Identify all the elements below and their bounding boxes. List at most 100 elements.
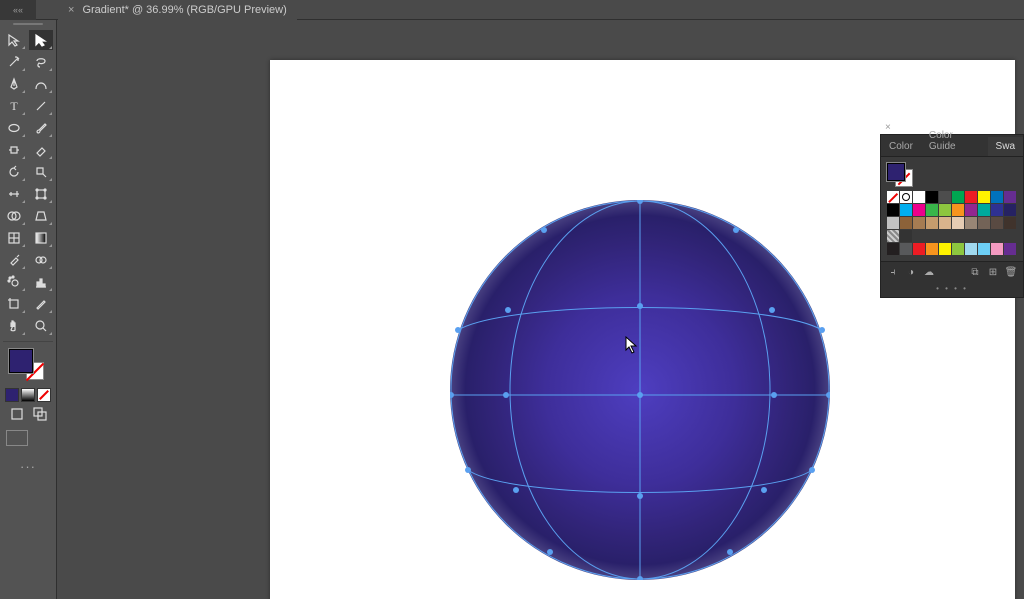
- edit-toolbar[interactable]: ···: [0, 459, 56, 474]
- svg-text:T: T: [10, 99, 18, 113]
- close-tab-icon[interactable]: ×: [68, 4, 74, 16]
- swatch[interactable]: [991, 217, 1003, 229]
- zoom-tool[interactable]: [29, 316, 53, 336]
- scale-tool[interactable]: [29, 162, 53, 182]
- footer-new-group-icon[interactable]: ⧉: [969, 266, 981, 278]
- swatch[interactable]: [952, 217, 964, 229]
- swatch[interactable]: [965, 217, 977, 229]
- swatch[interactable]: [965, 243, 977, 255]
- color-mode-solid[interactable]: [5, 388, 19, 402]
- slice-tool[interactable]: [29, 294, 53, 314]
- panel-tab-swa[interactable]: Swa: [988, 137, 1023, 156]
- footer-library-icon[interactable]: ⫞: [887, 266, 899, 278]
- eraser-tool[interactable]: [29, 140, 53, 160]
- perspective-tool[interactable]: [29, 206, 53, 226]
- swatch[interactable]: [978, 204, 990, 216]
- type-tool[interactable]: T: [2, 96, 26, 116]
- swatch[interactable]: [978, 217, 990, 229]
- swatch[interactable]: [939, 243, 951, 255]
- ellipse-tool[interactable]: [2, 118, 26, 138]
- swatch[interactable]: [887, 243, 899, 255]
- swatches-panel[interactable]: × ColorColor GuideSwa ⫞◑☁ ⧉⊞🗑 • • • •: [880, 134, 1024, 298]
- swatch[interactable]: [913, 243, 925, 255]
- panel-resize-grip[interactable]: • • • •: [881, 282, 1023, 297]
- swatch[interactable]: [913, 204, 925, 216]
- swatch[interactable]: [926, 204, 938, 216]
- magic-wand-tool[interactable]: [2, 52, 26, 72]
- swatch[interactable]: [913, 191, 925, 203]
- swatch[interactable]: [965, 204, 977, 216]
- swatch[interactable]: [1004, 204, 1016, 216]
- selection-tool[interactable]: [2, 30, 26, 50]
- color-mode-none[interactable]: [37, 388, 51, 402]
- line-tool[interactable]: [29, 96, 53, 116]
- rotate-tool[interactable]: [2, 162, 26, 182]
- direct-selection-tool[interactable]: [29, 30, 53, 50]
- swatch[interactable]: [1004, 243, 1016, 255]
- pen-tool[interactable]: [2, 74, 26, 94]
- swatch[interactable]: [952, 204, 964, 216]
- swatch[interactable]: [991, 243, 1003, 255]
- footer-delete-icon[interactable]: 🗑: [1005, 266, 1017, 278]
- hand-tool[interactable]: [2, 316, 26, 336]
- swatch[interactable]: [952, 191, 964, 203]
- panel-grip[interactable]: [0, 20, 56, 28]
- swatch[interactable]: [926, 217, 938, 229]
- artboard-tool[interactable]: [2, 294, 26, 314]
- footer-format-icon[interactable]: ☁: [923, 266, 935, 278]
- swatch[interactable]: [978, 243, 990, 255]
- swatch[interactable]: [887, 204, 899, 216]
- swatch[interactable]: [887, 230, 899, 242]
- gradient-mesh-object[interactable]: [450, 200, 830, 580]
- swatch[interactable]: [1004, 217, 1016, 229]
- screen-mode[interactable]: [6, 430, 28, 446]
- swatch[interactable]: [900, 191, 912, 203]
- swatch[interactable]: [978, 191, 990, 203]
- current-swatch[interactable]: [887, 163, 913, 187]
- free-transform-tool[interactable]: [29, 184, 53, 204]
- eyedropper-tool[interactable]: [2, 250, 26, 270]
- document-tab[interactable]: × Gradient* @ 36.99% (RGB/GPU Preview): [58, 0, 297, 20]
- panel-tab-color-guide[interactable]: Color Guide: [921, 126, 988, 156]
- symbol-sprayer-tool[interactable]: [2, 272, 26, 292]
- swatch[interactable]: [939, 217, 951, 229]
- swatch[interactable]: [900, 243, 912, 255]
- panel-close-icon[interactable]: ×: [885, 122, 891, 133]
- swatch[interactable]: [926, 191, 938, 203]
- column-graph-tool[interactable]: [29, 272, 53, 292]
- swatch[interactable]: [900, 204, 912, 216]
- blend-tool[interactable]: [29, 250, 53, 270]
- footer-show-icon[interactable]: ◑: [905, 266, 917, 278]
- shaper-tool[interactable]: [2, 140, 26, 160]
- swatch[interactable]: [887, 191, 899, 203]
- swatch[interactable]: [900, 230, 912, 242]
- current-fill[interactable]: [887, 163, 905, 181]
- draw-behind[interactable]: [29, 404, 50, 424]
- fill-stroke-control[interactable]: [0, 345, 56, 385]
- draw-normal[interactable]: [6, 404, 27, 424]
- swatch[interactable]: [1004, 191, 1016, 203]
- swatch[interactable]: [900, 217, 912, 229]
- paintbrush-tool[interactable]: [29, 118, 53, 138]
- width-tool[interactable]: [2, 184, 26, 204]
- footer-new-icon[interactable]: ⊞: [987, 266, 999, 278]
- swatch[interactable]: [952, 243, 964, 255]
- swatch[interactable]: [926, 243, 938, 255]
- color-mode-gradient[interactable]: [21, 388, 35, 402]
- curvature-tool[interactable]: [29, 74, 53, 94]
- mesh-tool[interactable]: [2, 228, 26, 248]
- swatch[interactable]: [939, 191, 951, 203]
- swatch[interactable]: [887, 217, 899, 229]
- swatch[interactable]: [965, 191, 977, 203]
- swatch[interactable]: [991, 204, 1003, 216]
- swatch[interactable]: [939, 204, 951, 216]
- swatch[interactable]: [913, 217, 925, 229]
- swatch[interactable]: [991, 191, 1003, 203]
- lasso-tool[interactable]: [29, 52, 53, 72]
- panel-tab-color[interactable]: Color: [881, 137, 921, 156]
- panel-collapse[interactable]: ««: [0, 0, 36, 20]
- gradient-tool[interactable]: [29, 228, 53, 248]
- canvas-workspace[interactable]: × ColorColor GuideSwa ⫞ ◑ ☁ ⧉ ⊞ 🗑 • • • •: [57, 20, 1024, 599]
- shape-builder-tool[interactable]: [2, 206, 26, 226]
- fill-swatch[interactable]: [9, 349, 33, 373]
